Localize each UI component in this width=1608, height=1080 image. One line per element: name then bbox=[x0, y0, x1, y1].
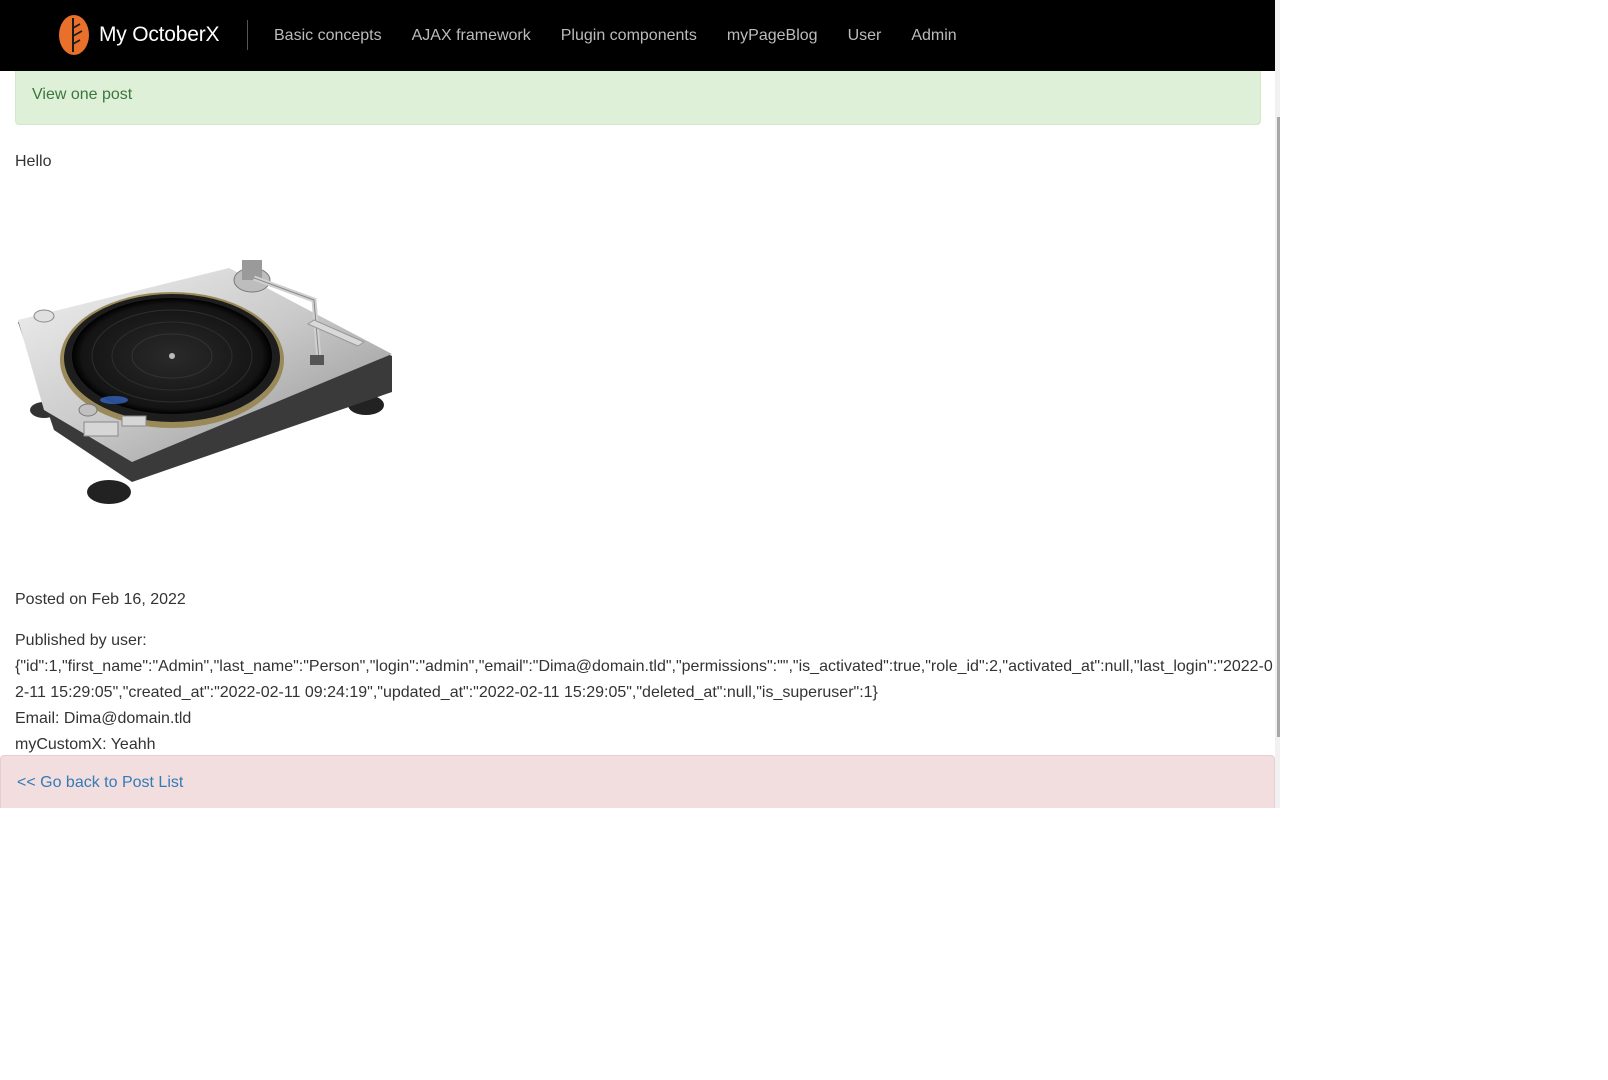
nav-link-mypageblog[interactable]: myPageBlog bbox=[727, 27, 818, 45]
user-json: {"id":1,"first_name":"Admin","last_name"… bbox=[15, 658, 1273, 701]
posted-date: Posted on Feb 16, 2022 bbox=[15, 591, 186, 608]
nav-menu: Basic concepts AJAX framework Plugin com… bbox=[274, 0, 987, 71]
published-by-label: Published by user: bbox=[15, 632, 147, 649]
success-alert: View one post bbox=[15, 71, 1261, 125]
author-info: Published by user: {"id":1,"first_name":… bbox=[15, 628, 1277, 758]
scroll-down-arrow-icon[interactable]: ▼ bbox=[1275, 791, 1280, 808]
nav-link-ajax-framework[interactable]: AJAX framework bbox=[412, 27, 531, 45]
alert-title: View one post bbox=[32, 86, 133, 103]
brand-name[interactable]: My OctoberX bbox=[99, 23, 220, 47]
nav-link-admin[interactable]: Admin bbox=[911, 27, 956, 45]
post-content: Hello bbox=[15, 153, 52, 170]
top-navbar: My OctoberX Basic concepts AJAX framewor… bbox=[0, 0, 1275, 71]
nav-link-plugin-components[interactable]: Plugin components bbox=[561, 27, 697, 45]
scroll-up-arrow-icon[interactable]: ▲ bbox=[1275, 0, 1280, 17]
turntable-image bbox=[18, 260, 392, 504]
browser-viewport: My OctoberX Basic concepts AJAX framewor… bbox=[0, 0, 1280, 808]
leaf-logo-icon bbox=[59, 15, 89, 55]
scroll-thumb[interactable] bbox=[1277, 117, 1280, 737]
author-email: Email: Dima@domain.tld bbox=[15, 710, 192, 727]
brand[interactable]: My OctoberX bbox=[58, 14, 220, 56]
nav-link-user[interactable]: User bbox=[848, 27, 882, 45]
back-alert: << Go back to Post List bbox=[0, 755, 1275, 808]
vertical-scrollbar[interactable]: ▲ ▼ bbox=[1275, 0, 1280, 808]
nav-link-basic-concepts[interactable]: Basic concepts bbox=[274, 27, 382, 45]
nav-divider bbox=[247, 20, 248, 50]
back-to-post-list-link[interactable]: << Go back to Post List bbox=[17, 774, 183, 792]
